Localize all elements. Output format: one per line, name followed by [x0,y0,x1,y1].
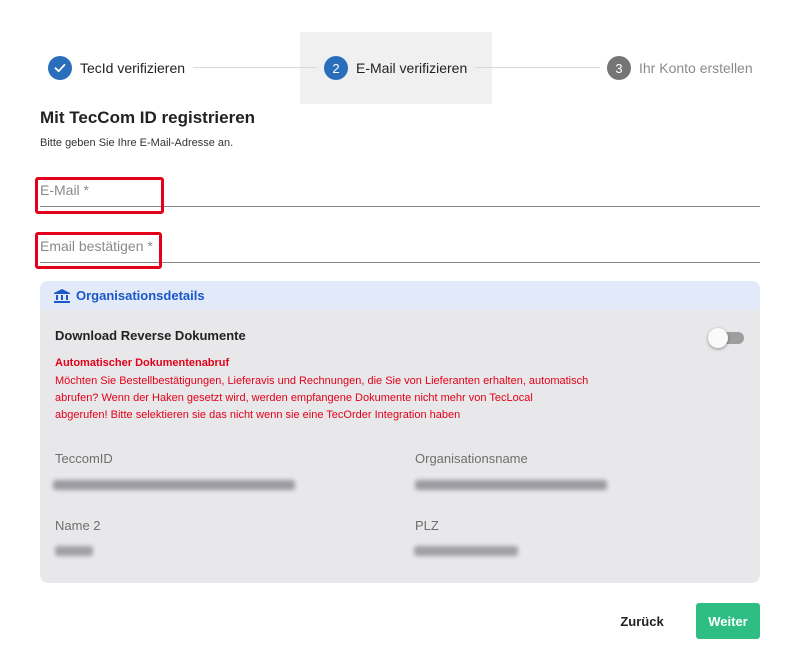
back-button[interactable]: Zurück [610,603,674,639]
plz-label: PLZ [415,518,439,533]
name2-label: Name 2 [55,518,101,533]
step-label: E-Mail verifizieren [356,60,468,76]
org-details-card: Organisationsdetails Download Reverse Do… [40,281,760,583]
org-name-value-redacted [415,480,607,490]
step-create-account[interactable]: 3 Ihr Konto erstellen [607,56,753,80]
warning-line: abrufen? Wenn der Haken gesetzt wird, we… [55,392,533,404]
teccomid-value-redacted [53,480,295,490]
stepper: TecId verifizieren 2 E-Mail verifizieren… [0,32,796,104]
bank-icon [54,288,70,303]
download-reverse-label: Download Reverse Dokumente [55,328,246,343]
teccomid-label: TeccomID [55,451,113,466]
org-name-label: Organisationsname [415,451,528,466]
warning-line: Möchten Sie Bestellbestätigungen, Liefer… [55,375,589,387]
page-subtitle: Bitte geben Sie Ihre E-Mail-Adresse an. [40,137,234,149]
page-title: Mit TecCom ID registrieren [40,108,256,127]
highlight-box [35,232,162,269]
toggle-knob [708,328,728,348]
warning-title: Automatischer Dokumentenabruf [55,357,230,369]
plz-value-redacted [414,546,518,556]
name2-value-redacted [55,546,93,556]
org-details-title: Organisationsdetails [76,288,205,303]
step-number: 3 [607,56,631,80]
step-connector [193,67,317,68]
next-button[interactable]: Weiter [696,603,760,639]
check-icon [48,56,72,80]
step-label: Ihr Konto erstellen [639,60,753,76]
warning-text: Möchten Sie Bestellbestätigungen, Liefer… [55,373,655,424]
warning-line: abgerufen! Bitte selektieren sie das nic… [55,409,461,421]
highlight-box [35,177,164,214]
step-email[interactable]: 2 E-Mail verifizieren [324,56,467,80]
step-connector [475,67,600,68]
step-number: 2 [324,56,348,80]
step-tecid[interactable]: TecId verifizieren [48,56,185,80]
download-reverse-toggle[interactable] [708,328,744,348]
step-label: TecId verifizieren [80,60,186,76]
org-details-header[interactable]: Organisationsdetails [40,281,760,310]
